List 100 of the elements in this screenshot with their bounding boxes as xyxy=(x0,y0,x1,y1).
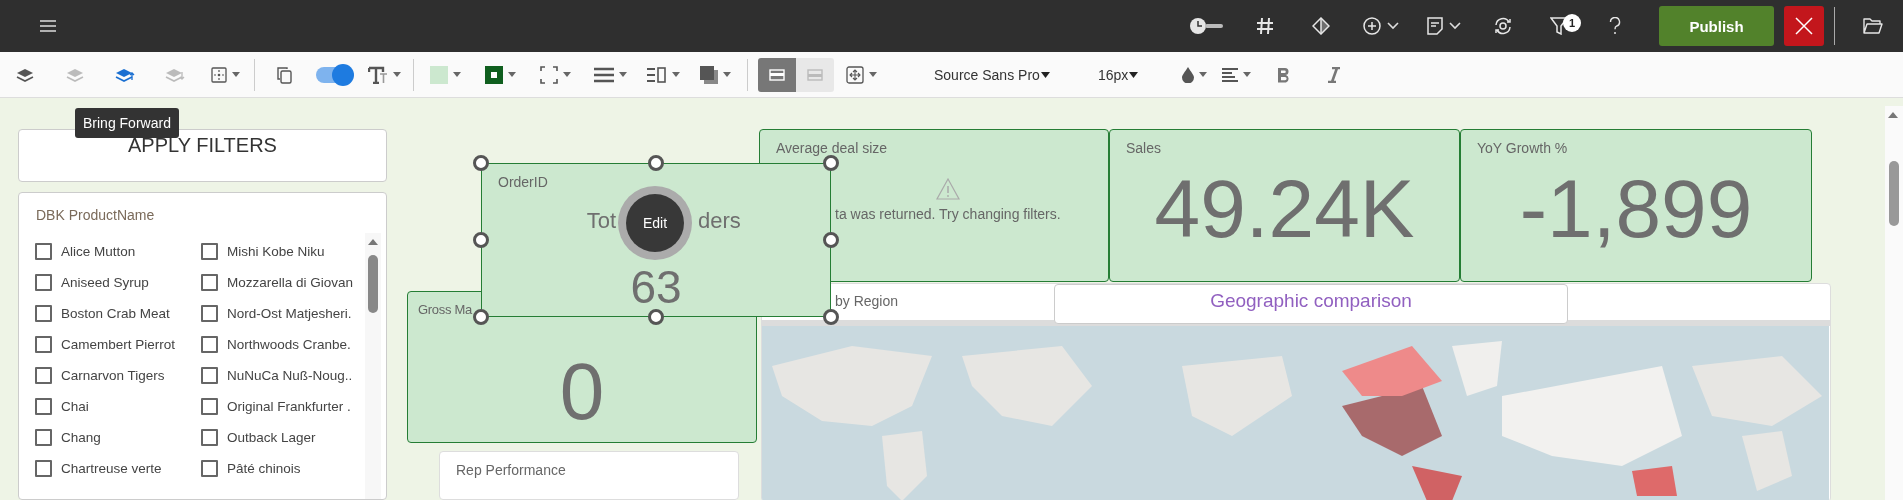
resize-handle[interactable] xyxy=(648,155,664,171)
caret-icon xyxy=(1243,72,1251,77)
filter-option[interactable]: Camembert Pierrot xyxy=(35,333,201,355)
question-mark-icon xyxy=(1609,17,1621,35)
checkbox[interactable] xyxy=(35,273,52,291)
filter-option[interactable]: Chartreuse verte xyxy=(35,457,201,479)
checkbox[interactable] xyxy=(35,335,52,353)
timeline-slider-icon xyxy=(1189,17,1223,35)
filter-count-badge: 1 xyxy=(1563,14,1581,32)
tooltip: Bring Forward xyxy=(75,108,179,138)
layout-option-button[interactable] xyxy=(758,57,796,92)
kpi-card[interactable]: OrderID Tot ders 63 Edit xyxy=(481,163,831,317)
kpi-value: 49.24K xyxy=(1153,168,1416,250)
card-title: Gross Ma xyxy=(418,302,472,317)
caret-icon xyxy=(723,72,731,77)
diamond-icon xyxy=(1312,17,1330,35)
filter-option[interactable]: Mozzarella di Giovan xyxy=(201,271,363,293)
filter-option[interactable]: Aniseed Syrup xyxy=(35,271,201,293)
caret-icon xyxy=(619,72,627,77)
no-data-message: ta was returned. Try changing filters. xyxy=(835,206,1061,222)
scrollbar[interactable] xyxy=(365,233,381,499)
filter-option[interactable]: Nord-Ost Matjesheri. xyxy=(201,302,363,324)
droplet-icon xyxy=(1181,66,1194,83)
caret-icon xyxy=(671,72,680,77)
card-title: by Region xyxy=(835,293,899,309)
font-family-dropdown[interactable]: Source Sans Pro xyxy=(934,59,1060,90)
checkbox[interactable] xyxy=(35,428,52,446)
filter-option[interactable]: Alice Mutton xyxy=(35,240,201,262)
filter-option[interactable]: Chang xyxy=(35,426,201,448)
align-center-icon xyxy=(210,66,227,83)
italic-icon xyxy=(1327,66,1341,83)
caret-icon xyxy=(231,72,240,77)
checkbox[interactable] xyxy=(35,397,52,415)
card-title: Average deal size xyxy=(776,140,888,156)
padding-icon xyxy=(646,66,667,83)
card-title: OrderID xyxy=(498,174,548,190)
checkbox[interactable] xyxy=(35,242,52,260)
chevron-down-icon xyxy=(1449,22,1461,30)
filter-option[interactable]: Carnarvon Tigers xyxy=(35,364,201,386)
overlay-title: Geographic comparison xyxy=(1054,284,1568,324)
filter-option[interactable]: Northwoods Cranbe. xyxy=(201,333,363,355)
filter-title: DBK ProductName xyxy=(36,207,155,223)
bold-icon xyxy=(1277,66,1291,83)
copy-icon xyxy=(276,65,292,84)
header-layout-icon xyxy=(769,68,785,81)
caret-icon xyxy=(392,72,401,77)
footer-layout-icon xyxy=(807,68,823,81)
checkbox[interactable] xyxy=(201,397,218,415)
publish-button[interactable]: Publish xyxy=(1659,6,1774,46)
checkbox[interactable] xyxy=(201,304,218,322)
kpi-value: 63 xyxy=(629,264,683,310)
kpi-value: 0 xyxy=(558,352,606,432)
filter-option[interactable]: Original Frankfurter . xyxy=(201,395,363,417)
checkbox[interactable] xyxy=(201,459,218,477)
filter-option[interactable]: Chai xyxy=(35,395,201,417)
border-swatch-icon xyxy=(485,65,503,84)
align-left-icon xyxy=(1222,67,1238,82)
resize-handle[interactable] xyxy=(473,232,489,248)
warning-icon xyxy=(935,178,960,200)
kpi-label: Tot xyxy=(586,208,616,234)
filter-option[interactable]: Pâté chinois xyxy=(201,457,363,479)
caret-icon xyxy=(563,72,571,77)
card-title: Rep Performance xyxy=(456,462,566,478)
scrollbar[interactable] xyxy=(1885,106,1903,500)
layers-up-arrow-icon xyxy=(115,66,135,83)
close-button[interactable] xyxy=(1784,6,1824,46)
sheet-icon xyxy=(1427,17,1443,35)
caret-icon xyxy=(1129,71,1139,78)
checkbox[interactable] xyxy=(35,459,52,477)
close-icon xyxy=(1795,17,1813,35)
filter-option[interactable]: NuNuCa Nuß-Noug.. xyxy=(201,364,363,386)
checkbox[interactable] xyxy=(201,273,218,291)
filter-option[interactable]: Mishi Kobe Niku xyxy=(201,240,363,262)
color-swatch-icon xyxy=(430,65,448,84)
caret-icon xyxy=(1040,71,1050,78)
caret-icon xyxy=(453,72,461,77)
font-size-dropdown[interactable]: 16px xyxy=(1098,59,1158,90)
checkbox[interactable] xyxy=(201,242,218,260)
move-icon xyxy=(845,65,864,84)
toggle-switch[interactable] xyxy=(316,66,352,83)
caret-icon xyxy=(868,72,877,77)
checkbox[interactable] xyxy=(201,428,218,446)
add-circle-icon xyxy=(1363,17,1381,35)
caret-icon xyxy=(508,72,516,77)
resize-handle[interactable] xyxy=(473,155,489,171)
folder-icon xyxy=(1863,18,1883,34)
filter-option[interactable]: Boston Crab Meat xyxy=(35,302,201,324)
menu-icon xyxy=(40,20,56,32)
layers-down-arrow-icon xyxy=(165,66,185,83)
checkbox[interactable] xyxy=(201,366,218,384)
filter-option[interactable]: Outback Lager xyxy=(201,426,363,448)
checkbox[interactable] xyxy=(35,304,52,322)
layers-icon xyxy=(16,66,34,83)
filter-button[interactable]: 1 xyxy=(1537,6,1581,46)
lines-icon xyxy=(594,66,614,83)
checkbox[interactable] xyxy=(201,335,218,353)
text-style-icon xyxy=(367,65,388,84)
snapshot-icon xyxy=(1493,17,1513,35)
checkbox[interactable] xyxy=(35,366,52,384)
grid-icon xyxy=(1256,17,1274,35)
